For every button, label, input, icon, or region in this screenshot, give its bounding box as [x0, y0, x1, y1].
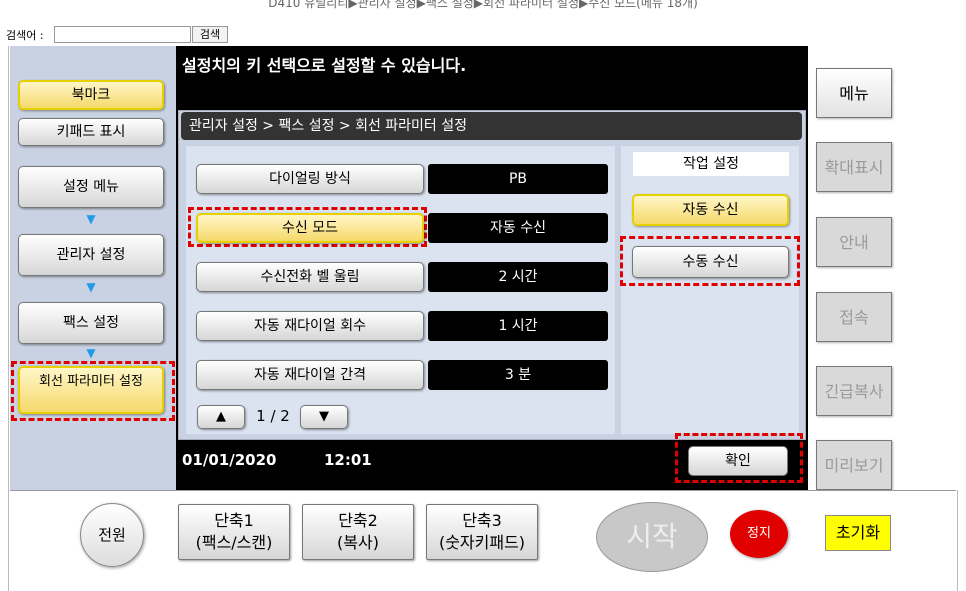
preview-button[interactable]: 미리보기: [816, 440, 892, 490]
start-button[interactable]: 시작: [596, 502, 708, 572]
value-ring-count: 2 시간: [428, 262, 608, 292]
search-input[interactable]: [54, 26, 191, 43]
zoom-button[interactable]: 확대표시: [816, 142, 892, 192]
page-down-button[interactable]: ▼: [300, 405, 348, 429]
shortcut3-button[interactable]: 단축3 (숫자키패드): [426, 504, 538, 560]
stop-button[interactable]: 정지: [730, 510, 788, 558]
options-pane: [621, 146, 799, 434]
reset-button[interactable]: 초기화: [825, 515, 891, 551]
power-button[interactable]: 전원: [80, 503, 144, 567]
down-arrow-icon: ▼: [86, 346, 96, 360]
setting-receive-mode[interactable]: 수신 모드: [196, 213, 424, 243]
nav-fax-settings[interactable]: 팩스 설정: [18, 302, 164, 344]
screen-message: 설정치의 키 선택으로 설정할 수 있습니다.: [182, 56, 467, 75]
urgent-copy-button[interactable]: 긴급복사: [816, 366, 892, 416]
work-settings-heading: 작업 설정: [633, 152, 789, 176]
window-title: D410 유틸리티▶관리자 설정▶팩스 설정▶회선 파라미터 설정▶수신 모드(…: [0, 0, 966, 22]
guide-button[interactable]: 안내: [816, 217, 892, 267]
search-label: 검색어 :: [6, 29, 44, 42]
down-arrow-icon: ▼: [86, 212, 96, 226]
time-display: 12:01: [324, 451, 372, 469]
setting-dialing-method[interactable]: 다이얼링 방식: [196, 164, 424, 194]
setting-redial-interval[interactable]: 자동 재다이얼 간격: [196, 360, 424, 390]
option-auto-receive[interactable]: 자동 수신: [632, 194, 789, 226]
bookmark-button[interactable]: 북마크: [18, 80, 164, 110]
down-arrow-icon: ▼: [86, 280, 96, 294]
date-display: 01/01/2020: [182, 451, 277, 469]
ok-button[interactable]: 확인: [688, 446, 788, 476]
keypad-button[interactable]: 키패드 표시: [18, 118, 164, 146]
setting-ring-count[interactable]: 수신전화 벨 울림: [196, 262, 424, 292]
value-dialing-method: PB: [428, 164, 608, 194]
menu-button[interactable]: 메뉴: [816, 68, 892, 118]
value-redial-count: 1 시간: [428, 311, 608, 341]
option-manual-receive[interactable]: 수동 수신: [632, 246, 789, 278]
nav-admin-settings[interactable]: 관리자 설정: [18, 234, 164, 276]
page-up-button[interactable]: ▲: [197, 405, 245, 429]
value-receive-mode: 자동 수신: [428, 213, 608, 243]
shortcut1-button[interactable]: 단축1 (팩스/스캔): [178, 504, 290, 560]
search-button[interactable]: 검색: [192, 26, 228, 43]
setting-redial-count[interactable]: 자동 재다이얼 회수: [196, 311, 424, 341]
shortcut2-button[interactable]: 단축2 (복사): [302, 504, 414, 560]
page-indicator: 1 / 2: [256, 407, 290, 425]
access-button[interactable]: 접속: [816, 292, 892, 342]
nav-line-parameter-settings[interactable]: 회선 파라미터 설정: [18, 366, 164, 414]
value-redial-interval: 3 분: [428, 360, 608, 390]
breadcrumb: 관리자 설정 > 팩스 설정 > 회선 파라미터 설정: [181, 112, 802, 140]
nav-settings-menu[interactable]: 설정 메뉴: [18, 166, 164, 208]
